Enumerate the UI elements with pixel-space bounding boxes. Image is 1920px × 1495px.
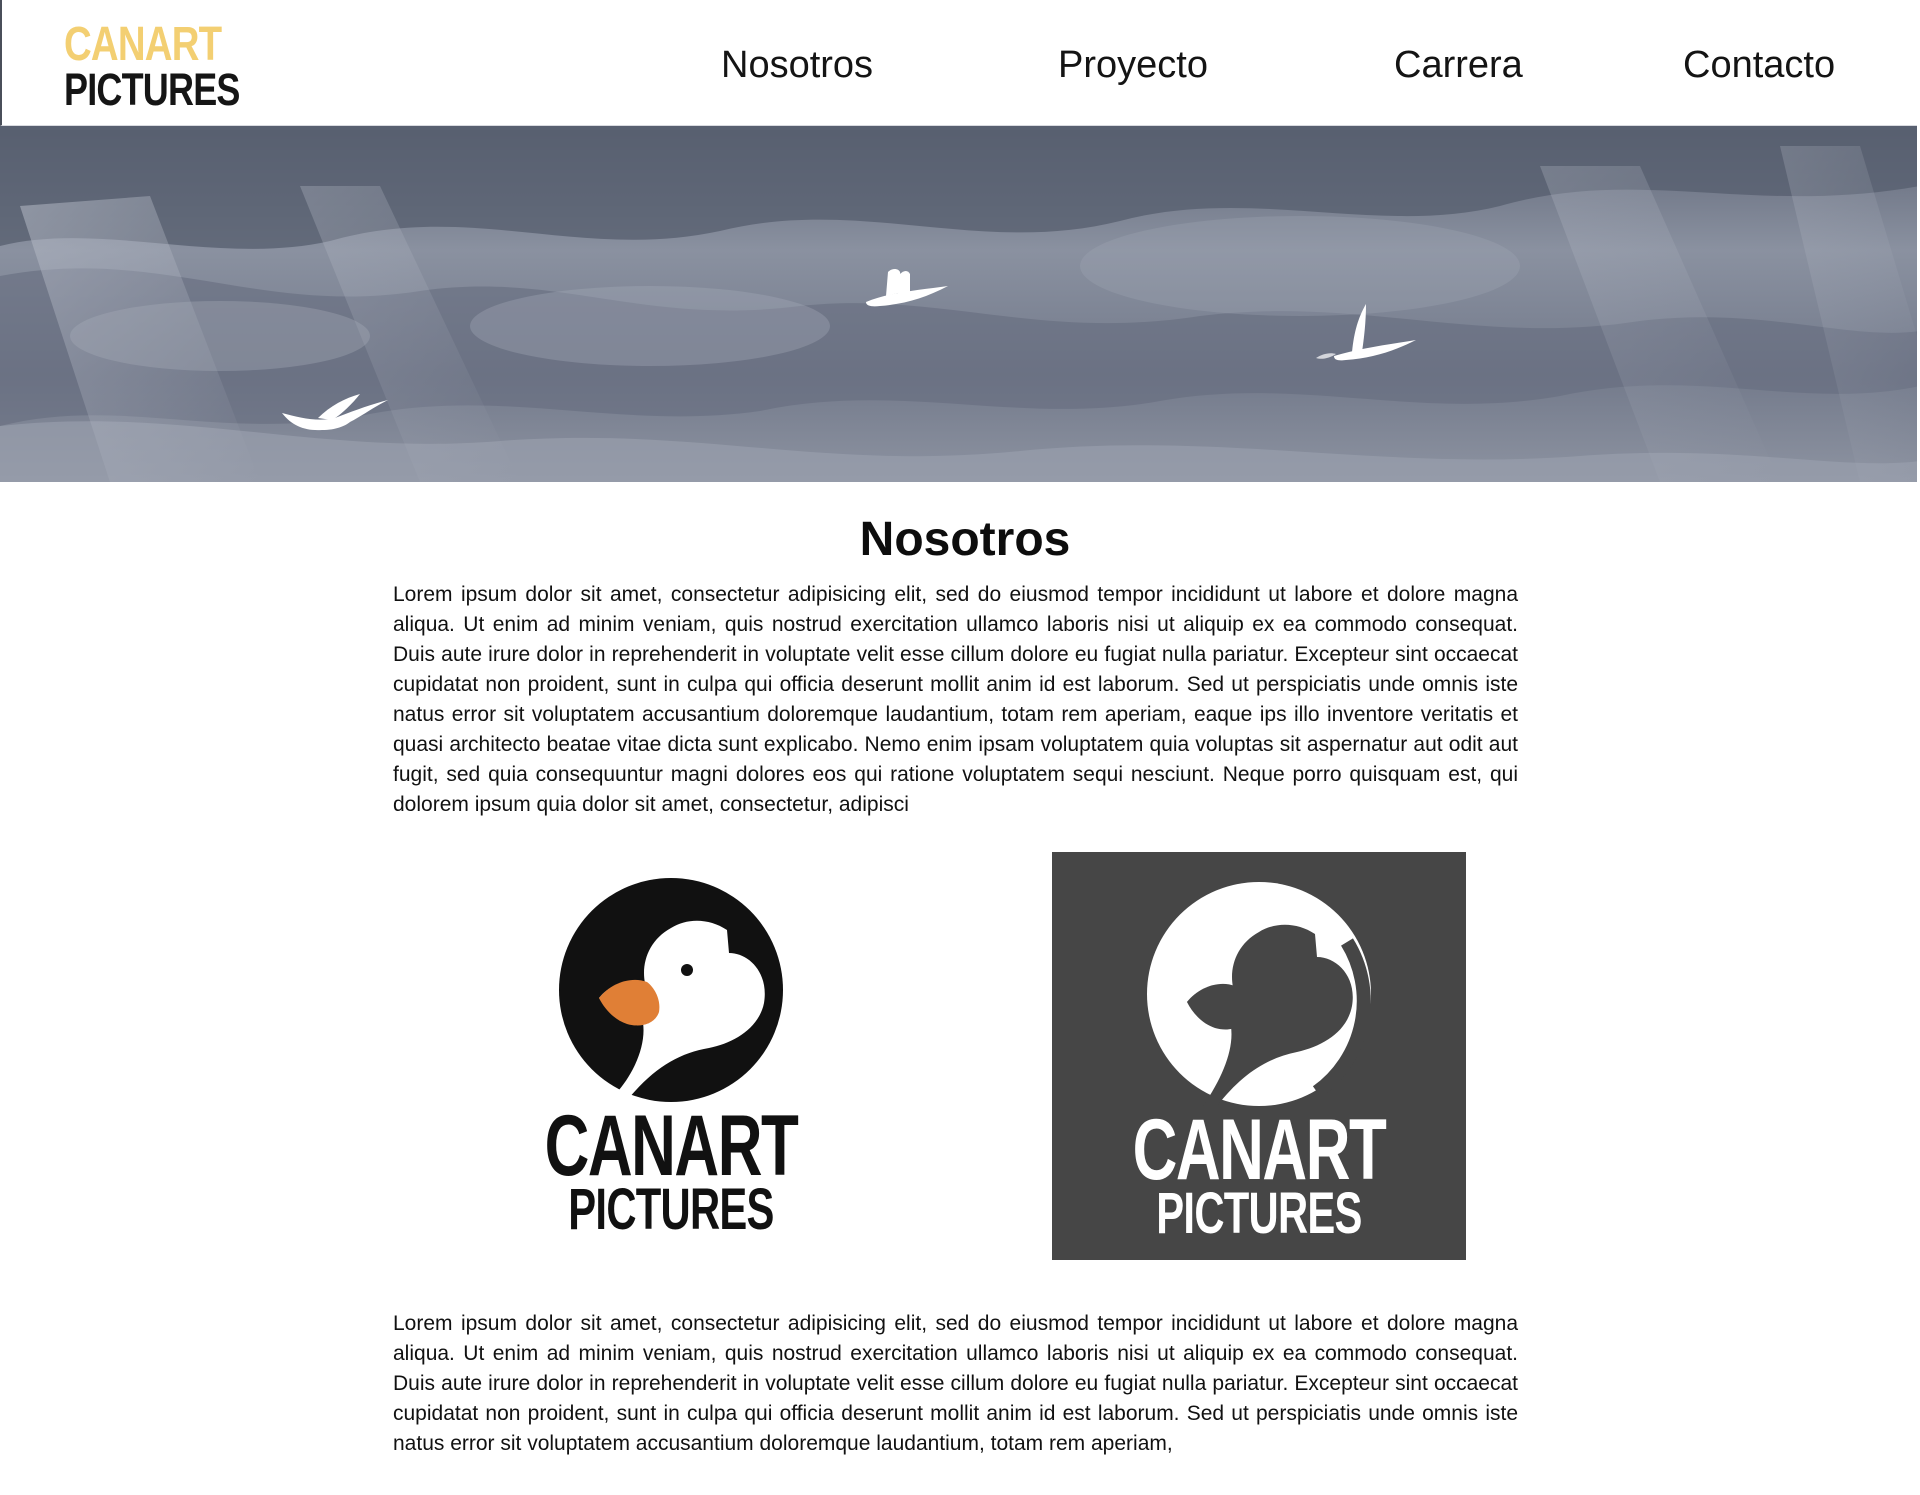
duck-emblem-icon	[1147, 882, 1371, 1106]
hero-sky-image	[0, 126, 1920, 482]
nav-link-proyecto[interactable]: Proyecto	[1058, 42, 1208, 88]
main-nav: Nosotros Proyecto Carrera Contacto	[2, 42, 1920, 88]
duck-emblem-icon	[559, 878, 783, 1102]
about-section: Nosotros Lorem ipsum dolor sit amet, con…	[0, 482, 1920, 1495]
about-paragraph-2: Lorem ipsum dolor sit amet, consectetur …	[393, 1312, 1518, 1455]
logo-card-dark: CANART PICTURES	[1052, 852, 1466, 1260]
card-logo-line-canart: CANART	[1132, 1102, 1387, 1198]
about-paragraph-1: Lorem ipsum dolor sit amet, consectetur …	[393, 583, 1518, 816]
nav-link-carrera[interactable]: Carrera	[1394, 42, 1523, 88]
logo-card-color: CANART PICTURES	[464, 848, 878, 1258]
nav-link-contacto[interactable]: Contacto	[1683, 42, 1835, 88]
card-logo-line-canart: CANART	[544, 1098, 799, 1194]
hero-banner	[0, 126, 1920, 482]
site-header: CANART PICTURES Nosotros Proyecto Carrer…	[0, 0, 1920, 126]
nav-link-nosotros[interactable]: Nosotros	[721, 42, 873, 88]
section-title: Nosotros	[859, 513, 1071, 566]
card-logo-line-pictures: PICTURES	[568, 1177, 774, 1242]
card-logo-line-pictures: PICTURES	[1156, 1181, 1362, 1246]
